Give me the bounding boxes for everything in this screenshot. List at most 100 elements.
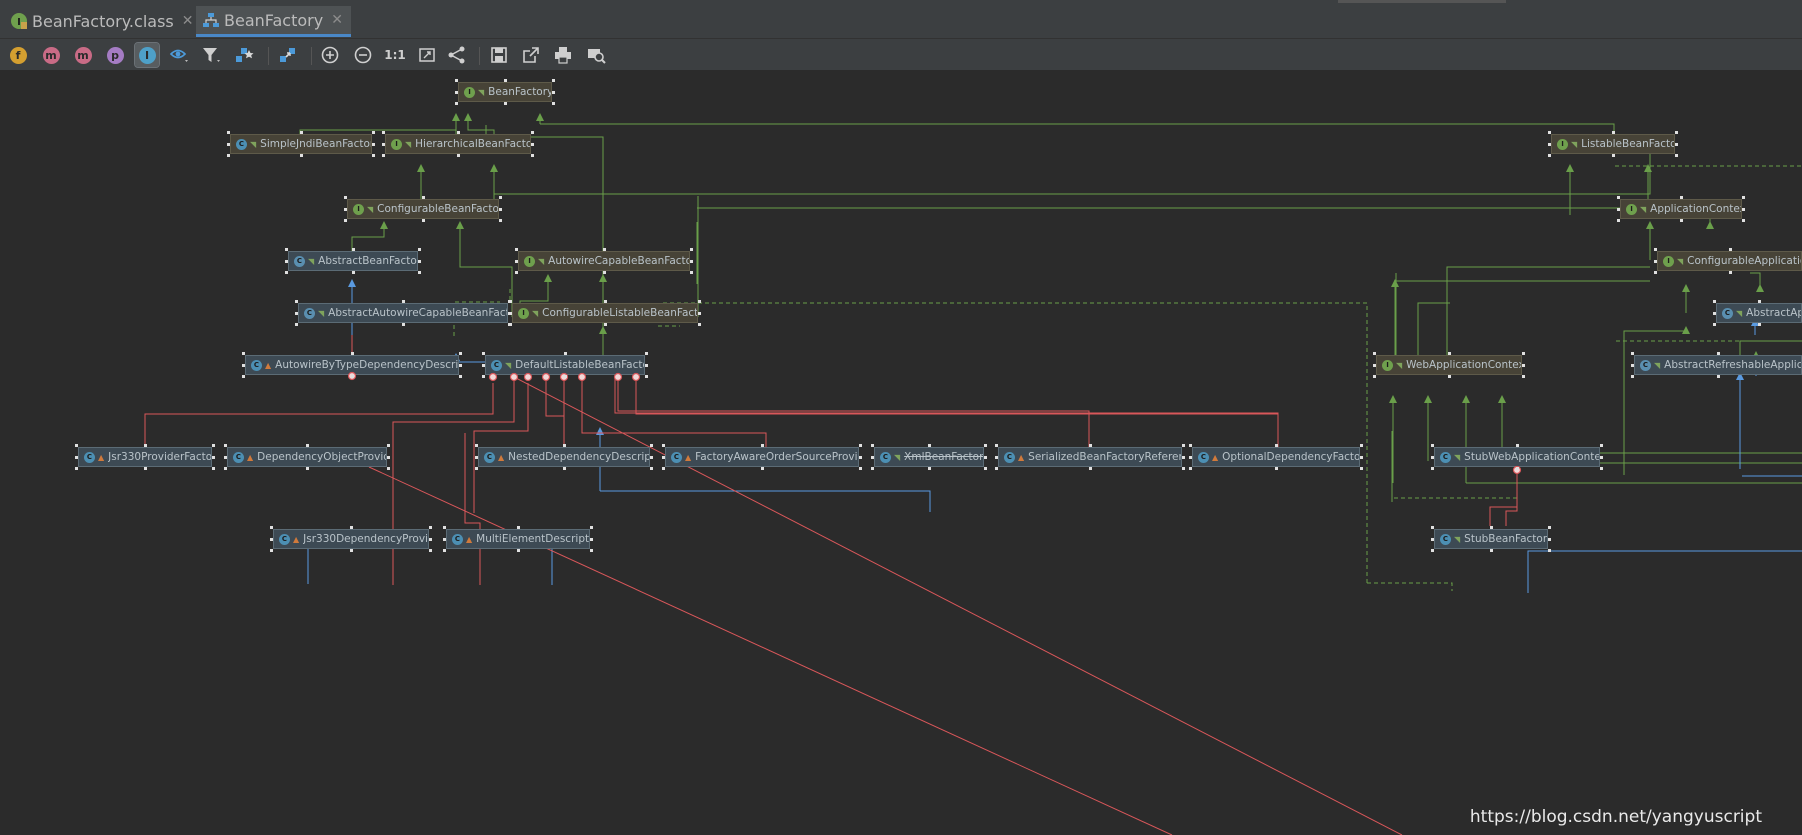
selection-handle — [482, 375, 485, 378]
selection-handle — [455, 79, 458, 82]
selection-handle — [475, 444, 478, 447]
selection-handle — [859, 467, 862, 470]
selection-handle — [531, 143, 534, 146]
node-jsr330-provider-factory[interactable]: C▲Jsr330ProviderFactory — [78, 447, 212, 467]
node-nested-dependency-descriptor[interactable]: C▲NestedDependencyDescriptor — [478, 447, 650, 467]
selection-handle — [1758, 300, 1761, 303]
selection-handle — [604, 300, 607, 303]
selection-handle — [1448, 375, 1451, 378]
node-factory-aware-order-source-provider[interactable]: C ▲ FactoryAwareOrderSourceProvider — [665, 447, 859, 467]
selection-handle — [563, 444, 566, 447]
selection-handle — [698, 300, 701, 303]
node-configurable-bean-factory[interactable]: I ◥ ConfigurableBeanFactory — [347, 199, 499, 219]
selection-handle — [144, 444, 147, 447]
zoom-out-button[interactable] — [351, 43, 375, 67]
show-constructors-button[interactable]: m — [39, 43, 63, 67]
selection-handle — [645, 375, 648, 378]
node-abstract-bean-factory[interactable]: C ◥ AbstractBeanFactory — [288, 251, 418, 271]
actual-size-button[interactable]: 1:1 — [383, 43, 407, 67]
selection-handle — [1680, 219, 1683, 222]
close-icon[interactable]: ✕ — [331, 12, 343, 28]
selection-handle — [650, 467, 653, 470]
show-fields-button[interactable]: f — [6, 43, 30, 67]
node-application-context[interactable]: I ◥ ApplicationContext — [1620, 199, 1742, 219]
selection-handle — [344, 219, 347, 222]
export-button[interactable] — [519, 43, 543, 67]
selection-handle — [1522, 364, 1525, 367]
selection-handle — [1717, 352, 1720, 355]
node-hierarchical-bean-factory[interactable]: I◥HierarchicalBeanFactory — [385, 134, 531, 154]
node-abstract-refreshable-application-context[interactable]: C◥AbstractRefreshableApplication — [1634, 355, 1802, 375]
selection-handle — [372, 154, 375, 157]
node-stub-web-application-context[interactable]: C ◥ StubWebApplicationContext — [1434, 447, 1600, 467]
selection-handle — [499, 196, 502, 199]
show-properties-button[interactable]: p — [103, 43, 127, 67]
node-abstract-application-context[interactable]: C◥AbstractApp — [1716, 303, 1802, 323]
selection-handle — [1522, 375, 1525, 378]
node-web-application-context[interactable]: I ◥ WebApplicationContext — [1376, 355, 1522, 375]
node-optional-dependency-factory[interactable]: C ▲ OptionalDependencyFactory — [1192, 447, 1360, 467]
selection-handle — [603, 248, 606, 251]
selection-handle — [531, 131, 534, 134]
node-configurable-listable-bean-factory[interactable]: I◥ConfigurableListableBeanFactory — [512, 303, 698, 323]
visibility-dropdown-button[interactable] — [168, 43, 192, 67]
print-preview-icon — [588, 49, 606, 64]
search-field-edge[interactable] — [1338, 0, 1506, 3]
selection-handle — [531, 154, 534, 157]
interface-icon: I — [1557, 138, 1568, 150]
node-configurable-application-context[interactable]: I◥ConfigurableApplicationC — [1657, 251, 1802, 271]
selection-handle — [1742, 219, 1745, 222]
node-listable-bean-factory[interactable]: I◥ListableBeanFactory — [1551, 134, 1675, 154]
selection-handle — [1548, 526, 1551, 529]
node-xml-bean-factory[interactable]: C ◥ XmlBeanFactory — [874, 447, 984, 467]
abstract-class-icon: C — [1722, 307, 1733, 319]
tab-beanfactory-diagram[interactable]: BeanFactory ✕ — [196, 6, 351, 37]
selection-handle — [563, 467, 566, 470]
selection-handle — [1360, 467, 1363, 470]
share-button[interactable] — [445, 43, 469, 67]
print-button[interactable] — [551, 43, 575, 67]
save-button[interactable] — [487, 43, 511, 67]
selection-handle — [1431, 538, 1434, 541]
selection-handle — [270, 549, 273, 552]
selection-handle — [690, 248, 693, 251]
node-abstract-autowire-capable-bean-factory[interactable]: C ◥ AbstractAutowireCapableBeanFactory — [298, 303, 508, 323]
abstract-class-icon: C — [304, 307, 315, 319]
selection-handle — [698, 312, 701, 315]
selection-handle — [662, 456, 665, 459]
zoom-in-button[interactable] — [318, 43, 342, 67]
selection-handle — [270, 538, 273, 541]
selection-handle — [455, 91, 458, 94]
selection-handle — [482, 364, 485, 367]
close-icon[interactable]: ✕ — [182, 13, 194, 29]
node-default-listable-bean-factory[interactable]: C◥DefaultListableBeanFactory — [485, 355, 645, 375]
selection-handle — [382, 143, 385, 146]
selection-handle — [564, 375, 567, 378]
selection-handle — [402, 300, 405, 303]
node-simple-jndi-bean-factory[interactable]: C ◥ SimpleJndiBeanFactory — [230, 134, 372, 154]
node-multi-element-descriptor[interactable]: C ▲ MultiElementDescriptor — [446, 529, 590, 549]
diagram-canvas[interactable]: I ◥ BeanFactory C ◥ SimpleJndiBeanFactory I ◥… — [0, 71, 1802, 835]
selection-handle — [1742, 196, 1745, 199]
tab-beanfactory-class[interactable]: I BeanFactory.class ✕ — [4, 6, 201, 36]
interface-icon: I — [464, 86, 475, 98]
selection-handle — [387, 456, 390, 459]
node-jsr330-dependency-provider[interactable]: C▲Jsr330DependencyProvider — [273, 529, 429, 549]
selection-handle — [590, 549, 593, 552]
node-autowire-capable-bean-factory[interactable]: I ◥ AutowireCapableBeanFactory — [518, 251, 690, 271]
node-autowire-by-type-dependency-descriptor[interactable]: C▲AutowireByTypeDependencyDescriptor — [245, 355, 459, 375]
show-methods-button[interactable]: m — [71, 43, 95, 67]
layout-button[interactable] — [276, 43, 300, 67]
selection-handle — [1654, 248, 1657, 251]
print-icon — [555, 47, 571, 64]
show-dependencies-button[interactable] — [233, 43, 257, 67]
node-dependency-object-provider[interactable]: C▲DependencyObjectProvider — [227, 447, 387, 467]
node-serialized-bean-factory-reference[interactable]: C ▲ SerializedBeanFactoryReference — [998, 447, 1182, 467]
node-bean-factory[interactable]: I ◥ BeanFactory — [458, 82, 552, 102]
tab-label: BeanFactory — [224, 10, 324, 30]
fit-content-button[interactable] — [415, 43, 439, 67]
node-stub-bean-factory[interactable]: C ◥ StubBeanFactory — [1434, 529, 1548, 549]
print-preview-button[interactable] — [584, 43, 608, 67]
filter-dropdown-button[interactable] — [200, 43, 224, 67]
show-inner-classes-button[interactable]: I — [134, 42, 160, 68]
